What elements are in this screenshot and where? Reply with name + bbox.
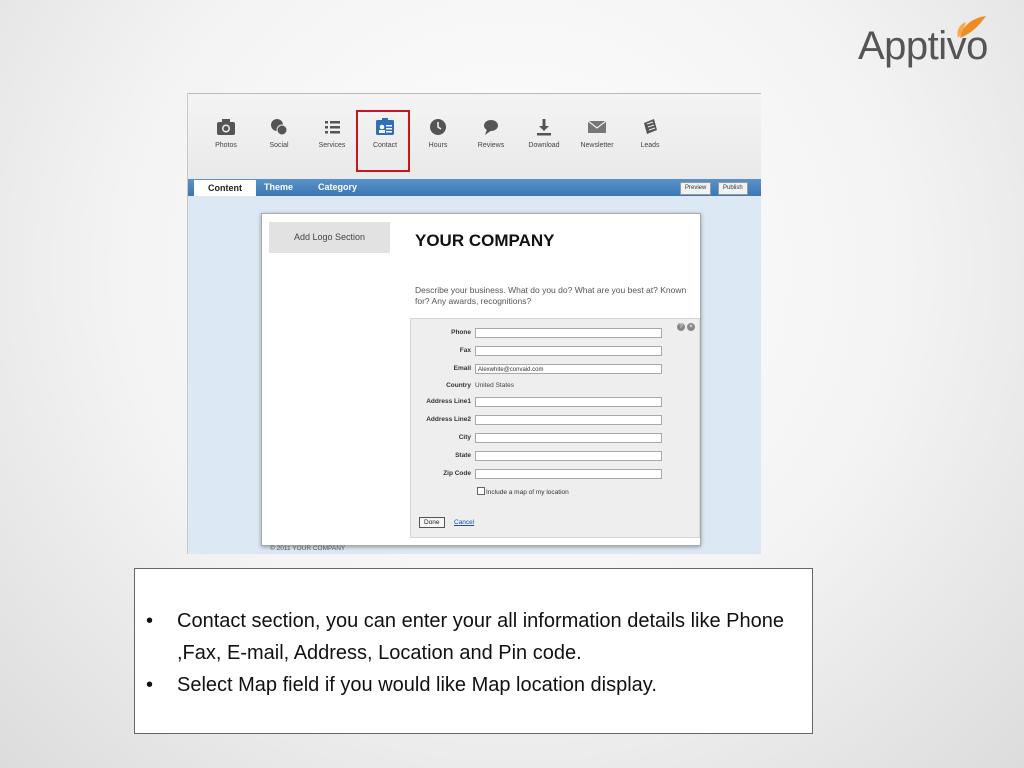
tool-services[interactable]: Services — [304, 118, 360, 149]
state-field[interactable] — [475, 451, 662, 461]
caption-bullet: Contact section, you can enter your all … — [143, 605, 797, 669]
download-icon — [537, 119, 551, 136]
tool-reviews[interactable]: Reviews — [463, 118, 519, 149]
site-builder-screenshot: Photos Social Services Contact Hours Rev… — [187, 93, 761, 554]
country-select[interactable]: United States — [475, 382, 514, 389]
tool-label: Services — [318, 142, 346, 149]
section-toolbar: Photos Social Services Contact Hours Rev… — [188, 93, 761, 180]
done-button[interactable]: Done — [419, 517, 445, 528]
email-field[interactable]: Alexwhite@convaid.com — [475, 364, 662, 374]
editor-tab-bar: Content Theme Category Preview Publish — [188, 179, 761, 196]
social-icon — [271, 119, 288, 136]
address2-row: Address Line2 — [411, 415, 699, 427]
tab-category[interactable]: Category — [318, 179, 357, 196]
map-checkbox-row[interactable]: Include a map of my location — [477, 487, 569, 496]
speech-bubble-icon — [484, 120, 498, 135]
tab-content[interactable]: Content — [194, 180, 256, 196]
country-row: Country United States — [411, 381, 699, 393]
caption-bullet: Select Map field if you would like Map l… — [143, 669, 797, 701]
clock-icon — [430, 119, 446, 135]
cancel-link[interactable]: Cancel — [454, 519, 474, 526]
tool-newsletter[interactable]: Newsletter — [569, 118, 625, 149]
phone-row: Phone — [411, 328, 699, 340]
map-checkbox[interactable] — [477, 487, 485, 495]
tool-label: Newsletter — [580, 142, 614, 149]
city-row: City — [411, 433, 699, 445]
editor-canvas: Add Logo Section YOUR COMPANY Describe y… — [188, 196, 761, 554]
address2-field[interactable] — [475, 415, 662, 425]
footer-copyright: © 2011 YOUR COMPANY — [270, 545, 346, 552]
address2-label: Address Line2 — [426, 416, 471, 423]
zip-field[interactable] — [475, 469, 662, 479]
zip-row: Zip Code — [411, 469, 699, 481]
address1-label: Address Line1 — [426, 398, 471, 405]
page-preview: Add Logo Section YOUR COMPANY Describe y… — [261, 213, 701, 546]
fax-field[interactable] — [475, 346, 662, 356]
company-title[interactable]: YOUR COMPANY — [415, 231, 554, 251]
camera-icon — [217, 119, 235, 135]
tool-label: Reviews — [477, 142, 505, 149]
contact-form: ? × Phone Fax Email Alexwhite@convaid.com… — [410, 318, 700, 538]
leads-icon — [644, 119, 657, 134]
tool-label: Leads — [640, 142, 660, 149]
caption-bullets: Contact section, you can enter your all … — [143, 605, 797, 701]
city-label: City — [458, 434, 471, 441]
address1-field[interactable] — [475, 397, 662, 407]
tool-photos[interactable]: Photos — [198, 118, 254, 149]
tool-download[interactable]: Download — [516, 118, 572, 149]
list-icon — [325, 121, 340, 134]
apptivo-logo: Apptivo — [858, 14, 1018, 68]
tool-hours[interactable]: Hours — [410, 118, 466, 149]
business-description[interactable]: Describe your business. What do you do? … — [415, 285, 695, 307]
zip-label: Zip Code — [443, 470, 471, 477]
email-row: Email Alexwhite@convaid.com — [411, 364, 699, 376]
tool-leads[interactable]: Leads — [622, 118, 678, 149]
caption-box: Contact section, you can enter your all … — [134, 568, 813, 734]
state-row: State — [411, 451, 699, 463]
tool-social[interactable]: Social — [251, 118, 307, 149]
tool-label: Download — [528, 142, 560, 149]
tool-label: Hours — [428, 142, 448, 149]
state-label: State — [455, 452, 471, 459]
preview-button[interactable]: Preview — [680, 182, 712, 195]
city-field[interactable] — [475, 433, 662, 443]
map-checkbox-label: Include a map of my location — [486, 489, 569, 496]
publish-button[interactable]: Publish — [718, 182, 748, 195]
envelope-icon — [587, 120, 607, 133]
tool-label: Photos — [215, 142, 237, 149]
country-label: Country — [446, 382, 471, 389]
fax-label: Fax — [459, 347, 471, 354]
fax-row: Fax — [411, 346, 699, 358]
email-label: Email — [453, 365, 471, 372]
add-logo-section[interactable]: Add Logo Section — [269, 222, 390, 253]
tool-label: Social — [269, 142, 289, 149]
tab-theme[interactable]: Theme — [264, 179, 293, 196]
phone-label: Phone — [451, 329, 471, 336]
phone-field[interactable] — [475, 328, 662, 338]
selected-tool-highlight — [356, 110, 410, 172]
leaf-icon — [957, 16, 986, 38]
address1-row: Address Line1 — [411, 397, 699, 409]
